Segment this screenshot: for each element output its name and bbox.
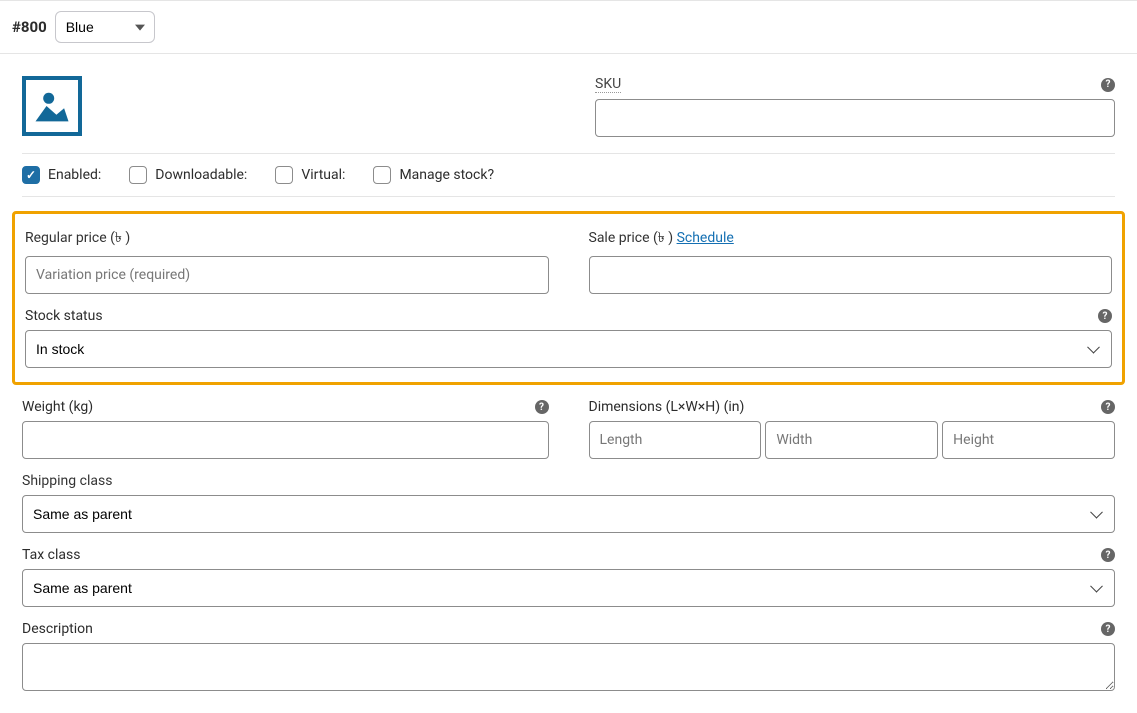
sku-label: SKU	[595, 76, 621, 93]
tax-class-select[interactable]: Same as parent	[22, 569, 1115, 607]
tax-class-label: Tax class	[22, 547, 80, 563]
stock-status-label: Stock status	[25, 308, 103, 324]
stock-status-select[interactable]: In stock	[25, 330, 1112, 368]
help-icon[interactable]: ?	[1098, 309, 1112, 323]
help-icon[interactable]: ?	[1101, 548, 1115, 562]
sale-price-input[interactable]	[589, 256, 1113, 294]
variation-header: #800 Blue	[0, 0, 1137, 54]
sku-input[interactable]	[595, 99, 1115, 137]
description-label: Description	[22, 621, 93, 637]
pricing-stock-highlight: Regular price (৳ ) Sale price (৳ ) Sched…	[12, 211, 1125, 385]
variation-image-placeholder[interactable]	[22, 76, 82, 136]
dimensions-label: Dimensions (L×W×H) (in)	[589, 399, 745, 415]
sale-price-label: Sale price (৳ ) Schedule	[589, 226, 1113, 250]
height-input[interactable]	[942, 421, 1115, 459]
virtual-checkbox-wrap[interactable]: Virtual:	[275, 166, 345, 184]
shipping-class-select[interactable]: Same as parent	[22, 495, 1115, 533]
downloadable-label: Downloadable:	[155, 167, 247, 183]
manage-stock-checkbox[interactable]	[373, 166, 391, 184]
help-icon[interactable]: ?	[1101, 78, 1115, 92]
help-icon[interactable]: ?	[1101, 400, 1115, 414]
downloadable-checkbox[interactable]	[129, 166, 147, 184]
attribute-select[interactable]: Blue	[55, 11, 155, 43]
variation-options-row: Enabled: Downloadable: Virtual: Manage s…	[22, 153, 1115, 197]
help-icon[interactable]: ?	[535, 400, 549, 414]
width-input[interactable]	[765, 421, 938, 459]
manage-stock-checkbox-wrap[interactable]: Manage stock?	[373, 166, 494, 184]
regular-price-input[interactable]	[25, 256, 549, 294]
length-input[interactable]	[589, 421, 762, 459]
weight-input[interactable]	[22, 421, 549, 459]
enabled-checkbox-wrap[interactable]: Enabled:	[22, 166, 101, 184]
enabled-checkbox[interactable]	[22, 166, 40, 184]
downloadable-checkbox-wrap[interactable]: Downloadable:	[129, 166, 247, 184]
variation-id: #800	[12, 18, 47, 36]
weight-label: Weight (kg)	[22, 399, 93, 415]
shipping-class-label: Shipping class	[22, 473, 1115, 489]
attribute-select-wrap: Blue	[55, 11, 155, 43]
image-icon	[30, 84, 74, 128]
regular-price-label: Regular price (৳ )	[25, 226, 549, 250]
enabled-label: Enabled:	[48, 167, 101, 183]
virtual-checkbox[interactable]	[275, 166, 293, 184]
schedule-link[interactable]: Schedule	[677, 230, 734, 246]
manage-stock-label: Manage stock?	[399, 167, 494, 183]
virtual-label: Virtual:	[301, 167, 345, 183]
description-textarea[interactable]	[22, 643, 1115, 691]
help-icon[interactable]: ?	[1101, 622, 1115, 636]
